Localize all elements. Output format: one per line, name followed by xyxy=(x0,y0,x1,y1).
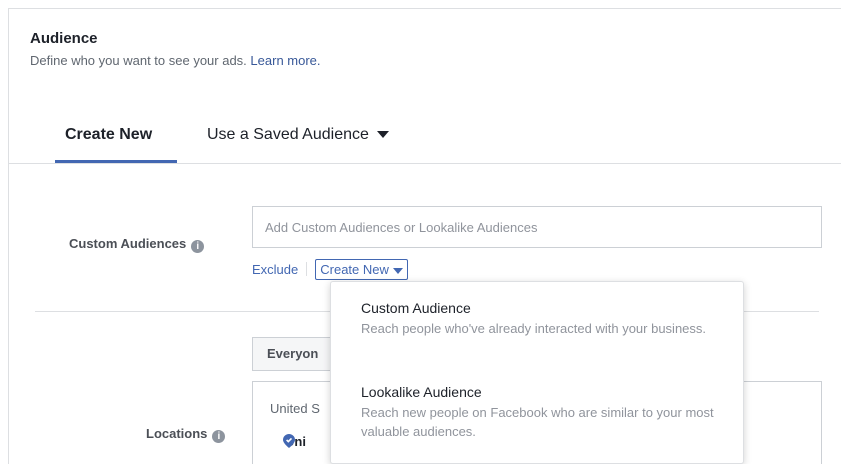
custom-audiences-label: Custom Audiences i xyxy=(69,236,205,253)
action-separator xyxy=(306,262,308,276)
dropdown-item-custom-audience[interactable]: Custom Audience Reach people who've alre… xyxy=(361,300,731,338)
location-pin-icon xyxy=(283,434,295,448)
dropdown-item-title: Lookalike Audience xyxy=(361,384,482,400)
dropdown-item-title: Custom Audience xyxy=(361,300,471,316)
locations-label: Locations i xyxy=(146,426,226,443)
custom-audiences-label-text: Custom Audiences xyxy=(69,236,187,251)
tabs-divider xyxy=(8,163,841,164)
locations-group-header: United S xyxy=(270,401,320,416)
section-subtitle: Define who you want to see your ads. Lea… xyxy=(30,53,321,68)
caret-down-icon xyxy=(376,131,389,139)
tab-saved-audience[interactable]: Use a Saved Audience xyxy=(207,126,389,144)
tab-create-new[interactable]: Create New xyxy=(65,126,152,144)
custom-audiences-actions: Exclude Create New xyxy=(252,259,408,280)
caret-down-icon xyxy=(392,267,403,274)
create-new-button[interactable]: Create New xyxy=(315,259,408,280)
learn-more-link[interactable]: Learn more. xyxy=(250,53,320,68)
dropdown-item-description: Reach new people on Facebook who are sim… xyxy=(361,405,714,439)
dropdown-item-lookalike-audience[interactable]: Lookalike Audience Reach new people on F… xyxy=(361,384,731,441)
tab-saved-label: Use a Saved Audience xyxy=(207,126,369,143)
exclude-link[interactable]: Exclude xyxy=(252,262,298,277)
section-title: Audience xyxy=(30,30,98,47)
custom-audiences-input[interactable] xyxy=(252,206,822,248)
create-new-label: Create New xyxy=(320,262,389,277)
dropdown-item-description: Reach people who've already interacted w… xyxy=(361,321,707,336)
subtitle-text: Define who you want to see your ads. xyxy=(30,53,247,68)
create-new-dropdown: Custom Audience Reach people who've alre… xyxy=(330,281,744,464)
locations-label-text: Locations xyxy=(146,426,208,441)
info-icon[interactable]: i xyxy=(191,240,205,253)
info-icon[interactable]: i xyxy=(212,430,226,443)
